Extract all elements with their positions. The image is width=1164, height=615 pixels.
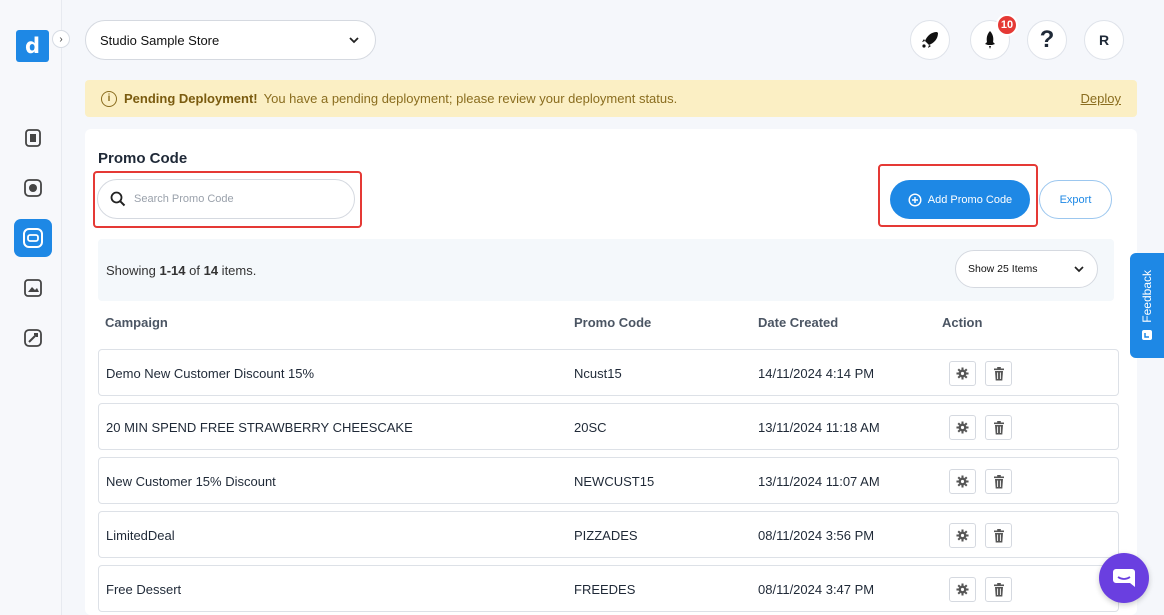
search-icon <box>110 191 126 207</box>
trash-icon <box>993 528 1004 542</box>
promo-code-panel: Promo Code Add Promo Code Export Showing… <box>85 129 1137 615</box>
row-date-created: 13/11/2024 11:18 AM <box>758 420 880 435</box>
trash-icon <box>993 420 1004 434</box>
delete-button[interactable] <box>985 415 1012 440</box>
sidebar-item-promo-codes[interactable] <box>14 219 52 257</box>
add-promo-code-label: Add Promo Code <box>927 193 1013 206</box>
chat-launcher-button[interactable] <box>1099 553 1149 603</box>
items-count-text: Showing 1-14 of 14 items. <box>106 262 257 278</box>
store-name: Studio Sample Store <box>100 32 220 48</box>
image-icon <box>24 279 42 297</box>
delete-button[interactable] <box>985 469 1012 494</box>
gear-icon <box>956 421 969 434</box>
table-row: New Customer 15% Discount NEWCUST15 13/11/… <box>98 457 1119 504</box>
row-campaign: Demo New Customer Discount 15% <box>106 366 315 381</box>
row-campaign: Free Dessert <box>106 582 182 597</box>
chevron-down-icon <box>349 37 359 44</box>
search-box[interactable] <box>97 179 355 219</box>
deploy-link[interactable]: Deploy <box>1081 91 1121 106</box>
avatar-initial: R <box>1098 32 1110 48</box>
info-icon: i <box>101 90 117 107</box>
feedback-tab[interactable]: Feedback <box>1130 253 1164 358</box>
column-header-action: Action <box>942 315 983 330</box>
edit-settings-button[interactable] <box>949 523 976 548</box>
search-input[interactable] <box>134 193 334 205</box>
rocket-launch-icon <box>985 31 995 49</box>
add-promo-code-button[interactable]: Add Promo Code <box>890 180 1030 219</box>
feedback-label: Feedback <box>1140 270 1154 323</box>
row-date-created: 08/11/2024 3:56 PM <box>758 528 875 543</box>
edit-settings-button[interactable] <box>949 577 976 602</box>
table-row: Demo New Customer Discount 15% Ncust15 14/… <box>98 349 1119 396</box>
trash-icon <box>993 474 1004 488</box>
sidebar-item-media[interactable] <box>22 277 44 299</box>
export-button[interactable]: Export <box>1039 180 1112 219</box>
banner-message: You have a pending deployment; please re… <box>263 91 678 106</box>
settings-icon <box>24 179 42 197</box>
app-logo[interactable]: d <box>16 30 49 62</box>
sidebar-item-settings[interactable] <box>22 177 44 199</box>
rocket-icon <box>922 32 938 48</box>
row-date-created: 13/11/2024 11:07 AM <box>758 474 880 489</box>
sidebar: d › <box>0 0 70 615</box>
row-campaign: 20 MIN SPEND FREE STRAWBERRY CHEESCAKE <box>106 420 413 435</box>
row-promo-code: PIZZADES <box>574 528 638 543</box>
help-button[interactable]: ? <box>1027 20 1067 60</box>
promo-code-icon <box>23 228 43 248</box>
gear-icon <box>956 367 969 380</box>
row-promo-code: NEWCUST15 <box>574 474 655 489</box>
plus-circle-icon <box>908 192 922 207</box>
table-row: 20 MIN SPEND FREE STRAWBERRY CHEESCAKE 20… <box>98 403 1119 450</box>
trash-icon <box>993 366 1004 380</box>
delete-button[interactable] <box>985 577 1012 602</box>
column-header-promo-code[interactable]: Promo Code <box>574 315 651 330</box>
row-date-created: 14/11/2024 4:14 PM <box>758 366 875 381</box>
delete-button[interactable] <box>985 523 1012 548</box>
pending-deployment-banner: i Pending Deployment! You have a pending… <box>85 80 1137 117</box>
gear-icon <box>956 475 969 488</box>
notifications-button[interactable]: 10 <box>970 14 1018 60</box>
rocket-link-icon <box>24 329 42 347</box>
table-summary-bar: Showing 1-14 of 14 items. Show 25 Items <box>98 239 1114 301</box>
store-selector[interactable]: Studio Sample Store <box>85 20 376 60</box>
user-avatar[interactable]: R <box>1084 20 1124 60</box>
sidebar-expand-button[interactable]: › <box>52 30 70 48</box>
row-campaign: New Customer 15% Discount <box>106 474 276 489</box>
receipt-icon <box>25 129 41 147</box>
table-row: LimitedDeal PIZZADES 08/11/2024 3:56 PM <box>98 511 1119 558</box>
chevron-down-icon <box>1074 266 1084 273</box>
row-campaign: LimitedDeal <box>106 528 175 543</box>
trash-icon <box>993 582 1004 596</box>
sidebar-item-orders[interactable] <box>22 127 44 149</box>
edit-settings-button[interactable] <box>949 469 976 494</box>
row-promo-code: FREEDES <box>574 582 636 597</box>
page-size-value: Show 25 Items <box>968 263 1038 275</box>
row-promo-code: Ncust15 <box>574 366 622 381</box>
edit-settings-button[interactable] <box>949 415 976 440</box>
deploy-rocket-button[interactable] <box>910 20 950 60</box>
banner-title: Pending Deployment! <box>124 91 258 106</box>
row-date-created: 08/11/2024 3:47 PM <box>758 582 875 597</box>
page-size-select[interactable]: Show 25 Items <box>955 250 1098 288</box>
table-row: Free Dessert FREEDES 08/11/2024 3:47 PM <box>98 565 1119 612</box>
delete-button[interactable] <box>985 361 1012 386</box>
help-icon: ? <box>1039 26 1055 53</box>
gear-icon <box>956 583 969 596</box>
feedback-icon <box>1142 329 1152 340</box>
notification-count-badge: 10 <box>996 14 1018 36</box>
sidebar-item-integrations[interactable] <box>22 327 44 349</box>
column-header-date-created[interactable]: Date Created <box>758 315 838 330</box>
edit-settings-button[interactable] <box>949 361 976 386</box>
row-promo-code: 20SC <box>574 420 607 435</box>
gear-icon <box>956 529 969 542</box>
chat-bubble-icon <box>1113 569 1135 587</box>
column-header-campaign[interactable]: Campaign <box>105 315 168 330</box>
page-title: Promo Code <box>98 150 188 167</box>
